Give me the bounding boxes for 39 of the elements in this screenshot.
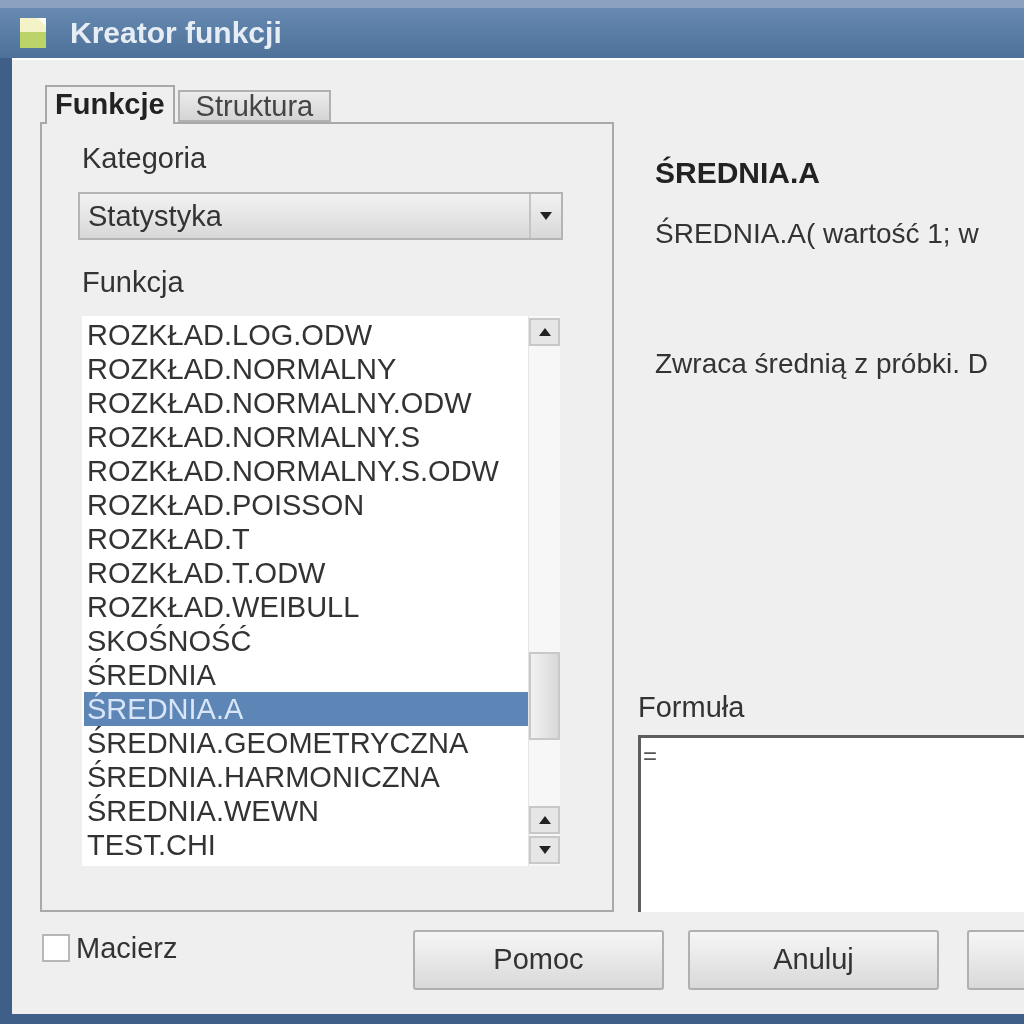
function-list-item[interactable]: ROZKŁAD.T [84, 522, 528, 556]
dialog-button[interactable]: Pomoc [413, 930, 664, 990]
checkbox-label: Macierz [76, 931, 178, 965]
caret-down-icon [540, 212, 552, 220]
function-title: ŚREDNIA.A [654, 155, 821, 191]
function-list-item[interactable]: ROZKŁAD.NORMALNY.S [84, 420, 528, 454]
function-list-item[interactable]: ŚREDNIA.WEWN [84, 794, 528, 828]
category-dropdown[interactable]: Statystyka [78, 192, 563, 240]
function-list-item[interactable]: SKOŚNOŚĆ [84, 624, 528, 658]
function-list-item[interactable]: TEST.CHI [84, 828, 528, 862]
tab[interactable]: Struktura [177, 90, 332, 122]
function-list-item[interactable]: ROZKŁAD.POISSON [84, 488, 528, 522]
up-triangle-icon [538, 816, 551, 824]
function-list-item[interactable]: ŚREDNIA [84, 658, 528, 692]
up-triangle-icon [538, 328, 551, 336]
function-list-item[interactable]: ŚREDNIA.HARMONICZNA [84, 760, 528, 794]
scroll-up-button[interactable] [529, 806, 560, 834]
function-list-item[interactable]: ROZKŁAD.LOG.ODW [84, 318, 528, 352]
down-triangle-icon [538, 846, 551, 854]
function-list-item[interactable]: ROZKŁAD.T.ODW [84, 556, 528, 590]
dialog-button[interactable]: Anuluj [688, 930, 939, 990]
scroll-down-button[interactable] [529, 836, 560, 864]
tab[interactable]: Funkcje [45, 85, 175, 124]
function-description: Zwraca średnią z próbki. D [654, 347, 989, 381]
formula-field[interactable]: = [638, 735, 1024, 912]
category-label: Kategoria [81, 141, 208, 175]
function-list-item[interactable]: ŚREDNIA.GEOMETRYCZNA [84, 726, 528, 760]
scrollbar-thumb[interactable] [529, 652, 560, 740]
function-list-item[interactable]: ROZKŁAD.NORMALNY [84, 352, 528, 386]
window-title: Kreator funkcji [70, 15, 282, 51]
function-list-item[interactable]: ROZKŁAD.NORMALNY.ODW [84, 386, 528, 420]
scroll-up-button[interactable] [529, 318, 560, 346]
function-label: Funkcja [81, 265, 185, 299]
function-signature: ŚREDNIA.A( wartość 1; w [654, 216, 980, 251]
checkbox[interactable] [42, 934, 70, 962]
formula-label: Formuła [638, 690, 746, 725]
function-list-item[interactable]: ROZKŁAD.WEIBULL [84, 590, 528, 624]
document-icon [20, 18, 46, 48]
function-list-item[interactable]: ROZKŁAD.NORMALNY.S.ODW [84, 454, 528, 488]
